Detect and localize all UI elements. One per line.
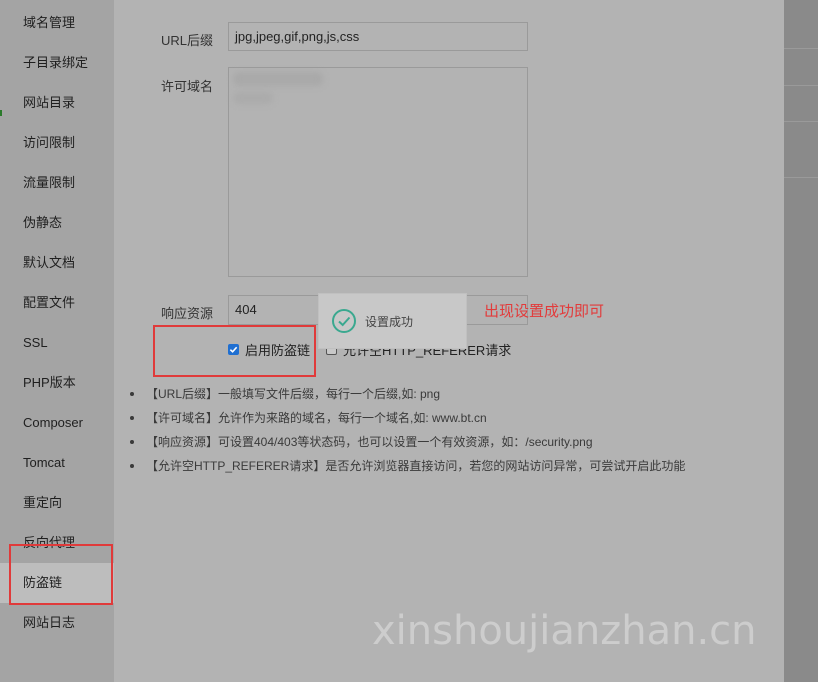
note-text: 【许可域名】允许作为来路的域名，每行一个域名,如: www.bt.cn xyxy=(146,411,487,425)
annotation-box-enable xyxy=(153,325,316,377)
annotation-box-sidebar xyxy=(9,544,113,605)
sidebar-item-rewrite[interactable]: 伪静态 xyxy=(0,203,114,243)
redacted-domain-blur xyxy=(233,72,323,86)
watermark: xinshoujianzhan.cn xyxy=(372,608,757,654)
annotation-text: 出现设置成功即可 xyxy=(484,303,605,320)
check-circle-icon xyxy=(332,309,356,333)
bullet-icon xyxy=(130,392,134,396)
sidebar-item-composer[interactable]: Composer xyxy=(0,403,114,443)
sidebar-item-access-restriction[interactable]: 访问限制 xyxy=(0,123,114,163)
sidebar-item-php-version[interactable]: PHP版本 xyxy=(0,363,114,403)
list-item: 【响应资源】可设置404/403等状态码，也可以设置一个有效资源，如：/secu… xyxy=(124,430,685,454)
note-text: 【URL后缀】一般填写文件后缀，每行一个后缀,如: png xyxy=(146,387,441,401)
sidebar-item-domain-management[interactable]: 域名管理 xyxy=(0,3,114,43)
bullet-icon xyxy=(130,416,134,420)
bullet-icon xyxy=(130,440,134,444)
sidebar-item-site-directory[interactable]: 网站目录 xyxy=(0,83,114,123)
sidebar-item-config-file[interactable]: 配置文件 xyxy=(0,283,114,323)
url-suffix-label: URL后缀 xyxy=(161,33,214,48)
redacted-domain-blur xyxy=(233,92,273,104)
success-toast: 设置成功 xyxy=(318,293,467,349)
sidebar-item-default-document[interactable]: 默认文档 xyxy=(0,243,114,283)
allowed-domains-label: 许可域名 xyxy=(161,79,214,94)
list-item: 【URL后缀】一般填写文件后缀，每行一个后缀,如: png xyxy=(124,382,685,406)
list-item: 【允许空HTTP_REFERER请求】是否允许浏览器直接访问，若您的网站访问异常… xyxy=(124,454,685,478)
note-text: 【响应资源】可设置404/403等状态码，也可以设置一个有效资源，如：/secu… xyxy=(146,435,593,449)
url-suffix-input[interactable]: jpg,jpeg,gif,png,js,css xyxy=(228,22,528,51)
toast-message: 设置成功 xyxy=(365,314,414,329)
sidebar-item-ssl[interactable]: SSL xyxy=(0,323,114,363)
sidebar-item-traffic-limit[interactable]: 流量限制 xyxy=(0,163,114,203)
list-item: 【许可域名】允许作为来路的域名，每行一个域名,如: www.bt.cn xyxy=(124,406,685,430)
allowed-domains-textarea[interactable] xyxy=(228,67,528,277)
sidebar-item-tomcat[interactable]: Tomcat xyxy=(0,443,114,483)
note-text: 【允许空HTTP_REFERER请求】是否允许浏览器直接访问，若您的网站访问异常… xyxy=(146,459,686,473)
sidebar-item-site-logs[interactable]: 网站日志 xyxy=(0,603,114,643)
bullet-icon xyxy=(130,464,134,468)
dimmed-backdrop xyxy=(784,0,818,682)
help-notes-list: 【URL后缀】一般填写文件后缀，每行一个后缀,如: png 【许可域名】允许作为… xyxy=(124,382,685,478)
sidebar-item-subdirectory-binding[interactable]: 子目录绑定 xyxy=(0,43,114,83)
sidebar-item-redirect[interactable]: 重定向 xyxy=(0,483,114,523)
response-resource-label: 响应资源 xyxy=(161,306,214,321)
